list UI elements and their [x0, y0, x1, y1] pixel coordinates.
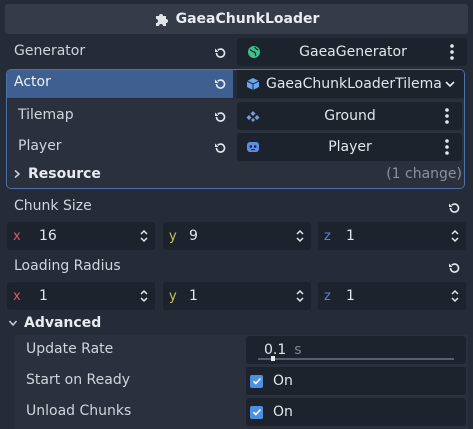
chunk-size-x-value: 16: [39, 228, 57, 244]
more-menu-icon[interactable]: [440, 138, 454, 156]
axis-y-label: y: [169, 228, 177, 244]
loading-radius-label: Loading Radius: [14, 258, 121, 274]
player-label: Player: [18, 138, 62, 154]
player-field[interactable]: Player: [237, 133, 462, 161]
chunk-size-y-value: 9: [189, 228, 198, 244]
spinner-arrows-icon[interactable]: [450, 228, 460, 244]
tilemap-field[interactable]: Ground: [237, 102, 462, 130]
chevron-down-icon[interactable]: [444, 78, 456, 90]
spinner-arrows-icon[interactable]: [295, 228, 305, 244]
axis-x-label: x: [13, 288, 21, 304]
resource-change-count: (1 change): [386, 166, 462, 182]
revert-icon[interactable]: [447, 201, 461, 215]
loading-radius-x-value: 1: [39, 288, 48, 304]
chunk-size-x-field[interactable]: x 16: [7, 222, 155, 250]
player-value: Player: [328, 139, 372, 155]
resource-subsection[interactable]: Resource (1 change): [12, 164, 462, 184]
actor-label: Actor: [14, 74, 51, 90]
cube-icon: [246, 78, 260, 90]
revert-icon[interactable]: [213, 77, 227, 91]
axis-z-label: z: [324, 228, 331, 244]
loading-radius-z-field[interactable]: z 1: [318, 282, 466, 310]
revert-icon[interactable]: [213, 141, 227, 155]
unload-chunks-value: On: [273, 404, 293, 420]
more-menu-icon[interactable]: [440, 107, 454, 125]
inspector-header: GaeaChunkLoader: [5, 4, 468, 34]
spinner-arrows-icon[interactable]: [450, 288, 460, 304]
unload-chunks-checkbox[interactable]: [250, 405, 263, 419]
chevron-right-icon: [14, 169, 21, 179]
generator-field[interactable]: GaeaGenerator: [237, 38, 467, 66]
start-on-ready-toggle[interactable]: On: [246, 367, 466, 395]
axis-z-label: z: [324, 288, 331, 304]
unload-chunks-label: Unload Chunks: [26, 403, 132, 419]
loading-radius-z-value: 1: [346, 288, 355, 304]
inspector-title: GaeaChunkLoader: [175, 11, 320, 27]
actor-resource-field[interactable]: GaeaChunkLoaderTilema: [237, 70, 464, 98]
unload-chunks-toggle[interactable]: On: [246, 398, 466, 426]
update-rate-value: 0.1: [264, 342, 287, 358]
actor-value: GaeaChunkLoaderTilema: [266, 76, 442, 92]
start-on-ready-label: Start on Ready: [26, 372, 131, 388]
chunk-size-y-field[interactable]: y 9: [163, 222, 311, 250]
advanced-label: Advanced: [24, 315, 102, 331]
axis-y-label: y: [169, 288, 177, 304]
revert-icon[interactable]: [213, 46, 227, 60]
loading-radius-x-field[interactable]: x 1: [7, 282, 155, 310]
checkmark-icon: [252, 408, 261, 416]
generator-label: Generator: [14, 43, 86, 59]
update-rate-label: Update Rate: [26, 341, 114, 357]
loading-radius-y-field[interactable]: y 1: [163, 282, 311, 310]
chunk-size-label: Chunk Size: [14, 198, 92, 214]
more-menu-icon[interactable]: [445, 43, 459, 61]
spinner-arrows-icon[interactable]: [139, 288, 149, 304]
start-on-ready-value: On: [273, 373, 293, 389]
puzzle-icon: [155, 14, 168, 26]
update-rate-slider-track[interactable]: [258, 358, 454, 360]
tilemap-icon: [246, 111, 260, 122]
generator-value: GaeaGenerator: [299, 44, 407, 60]
advanced-section-header[interactable]: Advanced: [8, 313, 468, 333]
chunk-size-z-value: 1: [346, 228, 355, 244]
robot-icon: [247, 142, 259, 152]
chunk-size-z-field[interactable]: z 1: [318, 222, 466, 250]
chevron-down-icon: [8, 320, 18, 327]
update-rate-slider-handle[interactable]: [271, 356, 275, 361]
revert-icon[interactable]: [213, 110, 227, 124]
axis-x-label: x: [13, 228, 21, 244]
checkmark-icon: [252, 377, 261, 385]
loading-radius-y-value: 1: [189, 288, 198, 304]
globe-icon: [248, 46, 260, 58]
spinner-arrows-icon[interactable]: [295, 288, 305, 304]
update-rate-unit: s: [294, 342, 302, 358]
revert-icon[interactable]: [447, 261, 461, 275]
tilemap-label: Tilemap: [18, 107, 74, 123]
tilemap-value: Ground: [324, 108, 376, 124]
resource-label: Resource: [28, 166, 101, 182]
start-on-ready-checkbox[interactable]: [250, 374, 263, 388]
spinner-arrows-icon[interactable]: [139, 228, 149, 244]
